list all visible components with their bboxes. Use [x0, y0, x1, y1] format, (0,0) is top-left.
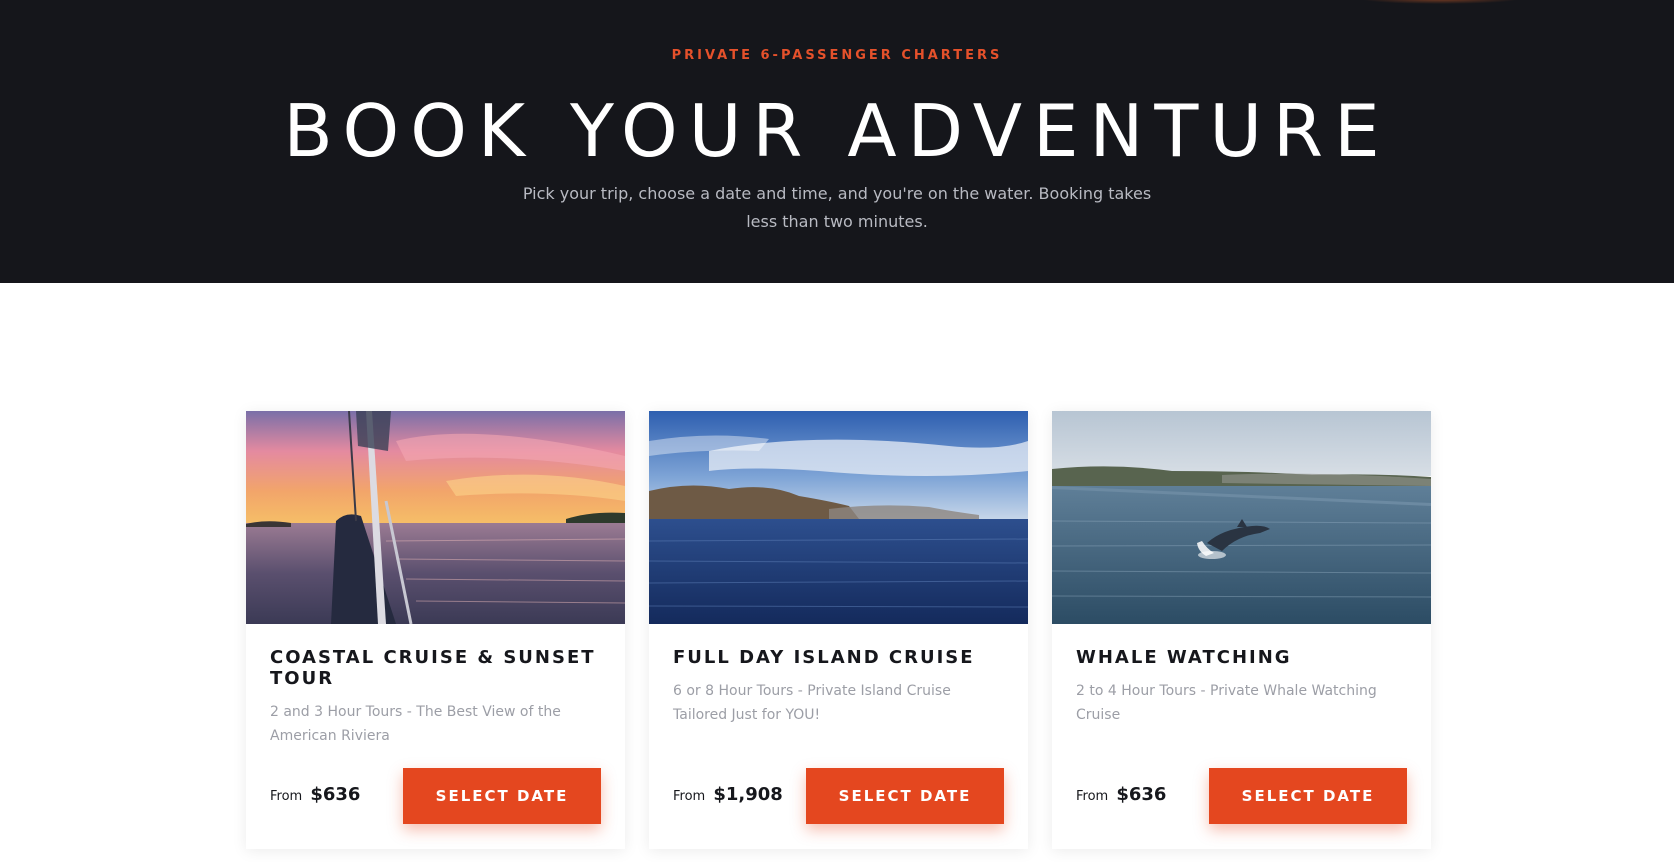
price-label: From $1,908: [673, 784, 783, 805]
hero-banner: PRIVATE 6-PASSENGER CHARTERS BOOK YOUR A…: [0, 0, 1674, 283]
select-date-button[interactable]: SELECT DATE: [1209, 768, 1407, 824]
tour-card-whale-watching[interactable]: WHALE WATCHING 2 to 4 Hour Tours - Priva…: [1052, 411, 1431, 849]
price-amount: $636: [1116, 784, 1167, 805]
card-title[interactable]: WHALE WATCHING: [1076, 647, 1406, 668]
dolphin-jumping-photo[interactable]: [1052, 411, 1431, 624]
card-title[interactable]: COASTAL CRUISE & SUNSET TOUR: [270, 647, 600, 689]
price-amount: $636: [310, 784, 361, 805]
hero-eyebrow: PRIVATE 6-PASSENGER CHARTERS: [671, 48, 1003, 63]
price-amount: $1,908: [713, 784, 783, 805]
hero-glow-decoration: [1360, 0, 1520, 4]
select-date-button[interactable]: SELECT DATE: [806, 768, 1004, 824]
price-prefix: From: [1076, 789, 1109, 804]
card-description: 2 to 4 Hour Tours - Private Whale Watchi…: [1076, 683, 1377, 723]
page-title: BOOK YOUR ADVENTURE: [283, 89, 1391, 173]
sunset-sailboat-photo[interactable]: [246, 411, 625, 624]
card-description: 6 or 8 Hour Tours - Private Island Cruis…: [673, 683, 951, 723]
price-prefix: From: [270, 789, 303, 804]
tour-card-island-cruise[interactable]: FULL DAY ISLAND CRUISE 6 or 8 Hour Tours…: [649, 411, 1028, 849]
price-label: From $636: [1076, 784, 1166, 805]
card-title[interactable]: FULL DAY ISLAND CRUISE: [673, 647, 1003, 668]
island-coastline-photo[interactable]: [649, 411, 1028, 624]
select-date-button[interactable]: SELECT DATE: [403, 768, 601, 824]
price-prefix: From: [673, 789, 706, 804]
hero-subtitle: Pick your trip, choose a date and time, …: [522, 184, 1152, 231]
tour-card-coastal-cruise[interactable]: COASTAL CRUISE & SUNSET TOUR 2 and 3 Hou…: [246, 411, 625, 849]
price-label: From $636: [270, 784, 360, 805]
card-description: 2 and 3 Hour Tours - The Best View of th…: [270, 704, 561, 744]
